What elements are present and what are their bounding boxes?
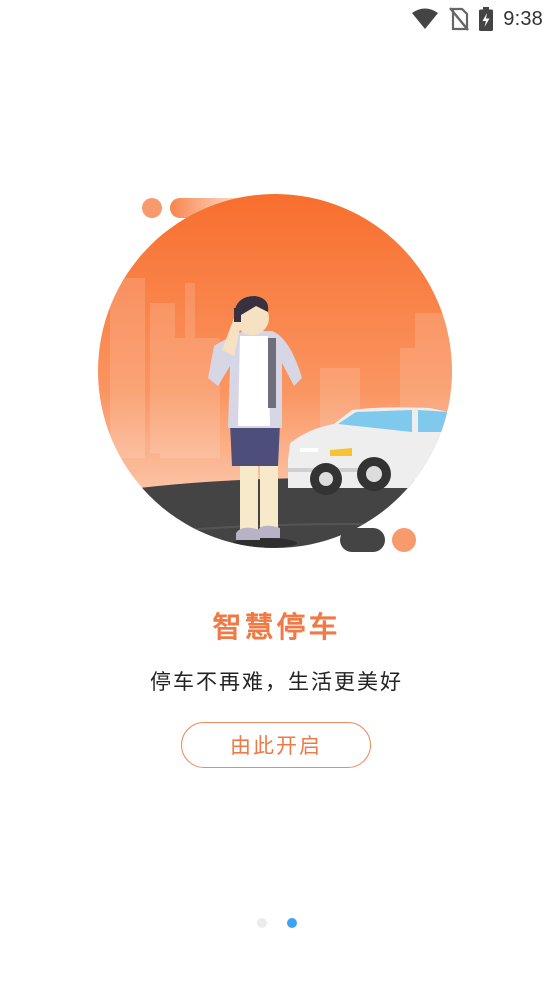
start-button[interactable]: 由此开启 (181, 722, 371, 768)
status-bar: 9:38 (0, 0, 553, 38)
page-indicator (0, 918, 553, 928)
wifi-icon (411, 8, 439, 30)
onboarding-subtitle: 停车不再难，生活更美好 (150, 670, 403, 694)
onboarding-illustration (90, 188, 460, 558)
onboarding-title: 智慧停车 (212, 610, 341, 644)
page-dot-2-active[interactable] (286, 918, 297, 928)
status-icons: 9:38 (411, 6, 543, 32)
battery-charging-icon (479, 7, 494, 31)
status-time: 9:38 (503, 7, 543, 30)
start-button-label: 由此开启 (230, 734, 322, 758)
no-sim-icon (449, 7, 470, 31)
page-dot-1[interactable] (256, 918, 267, 928)
